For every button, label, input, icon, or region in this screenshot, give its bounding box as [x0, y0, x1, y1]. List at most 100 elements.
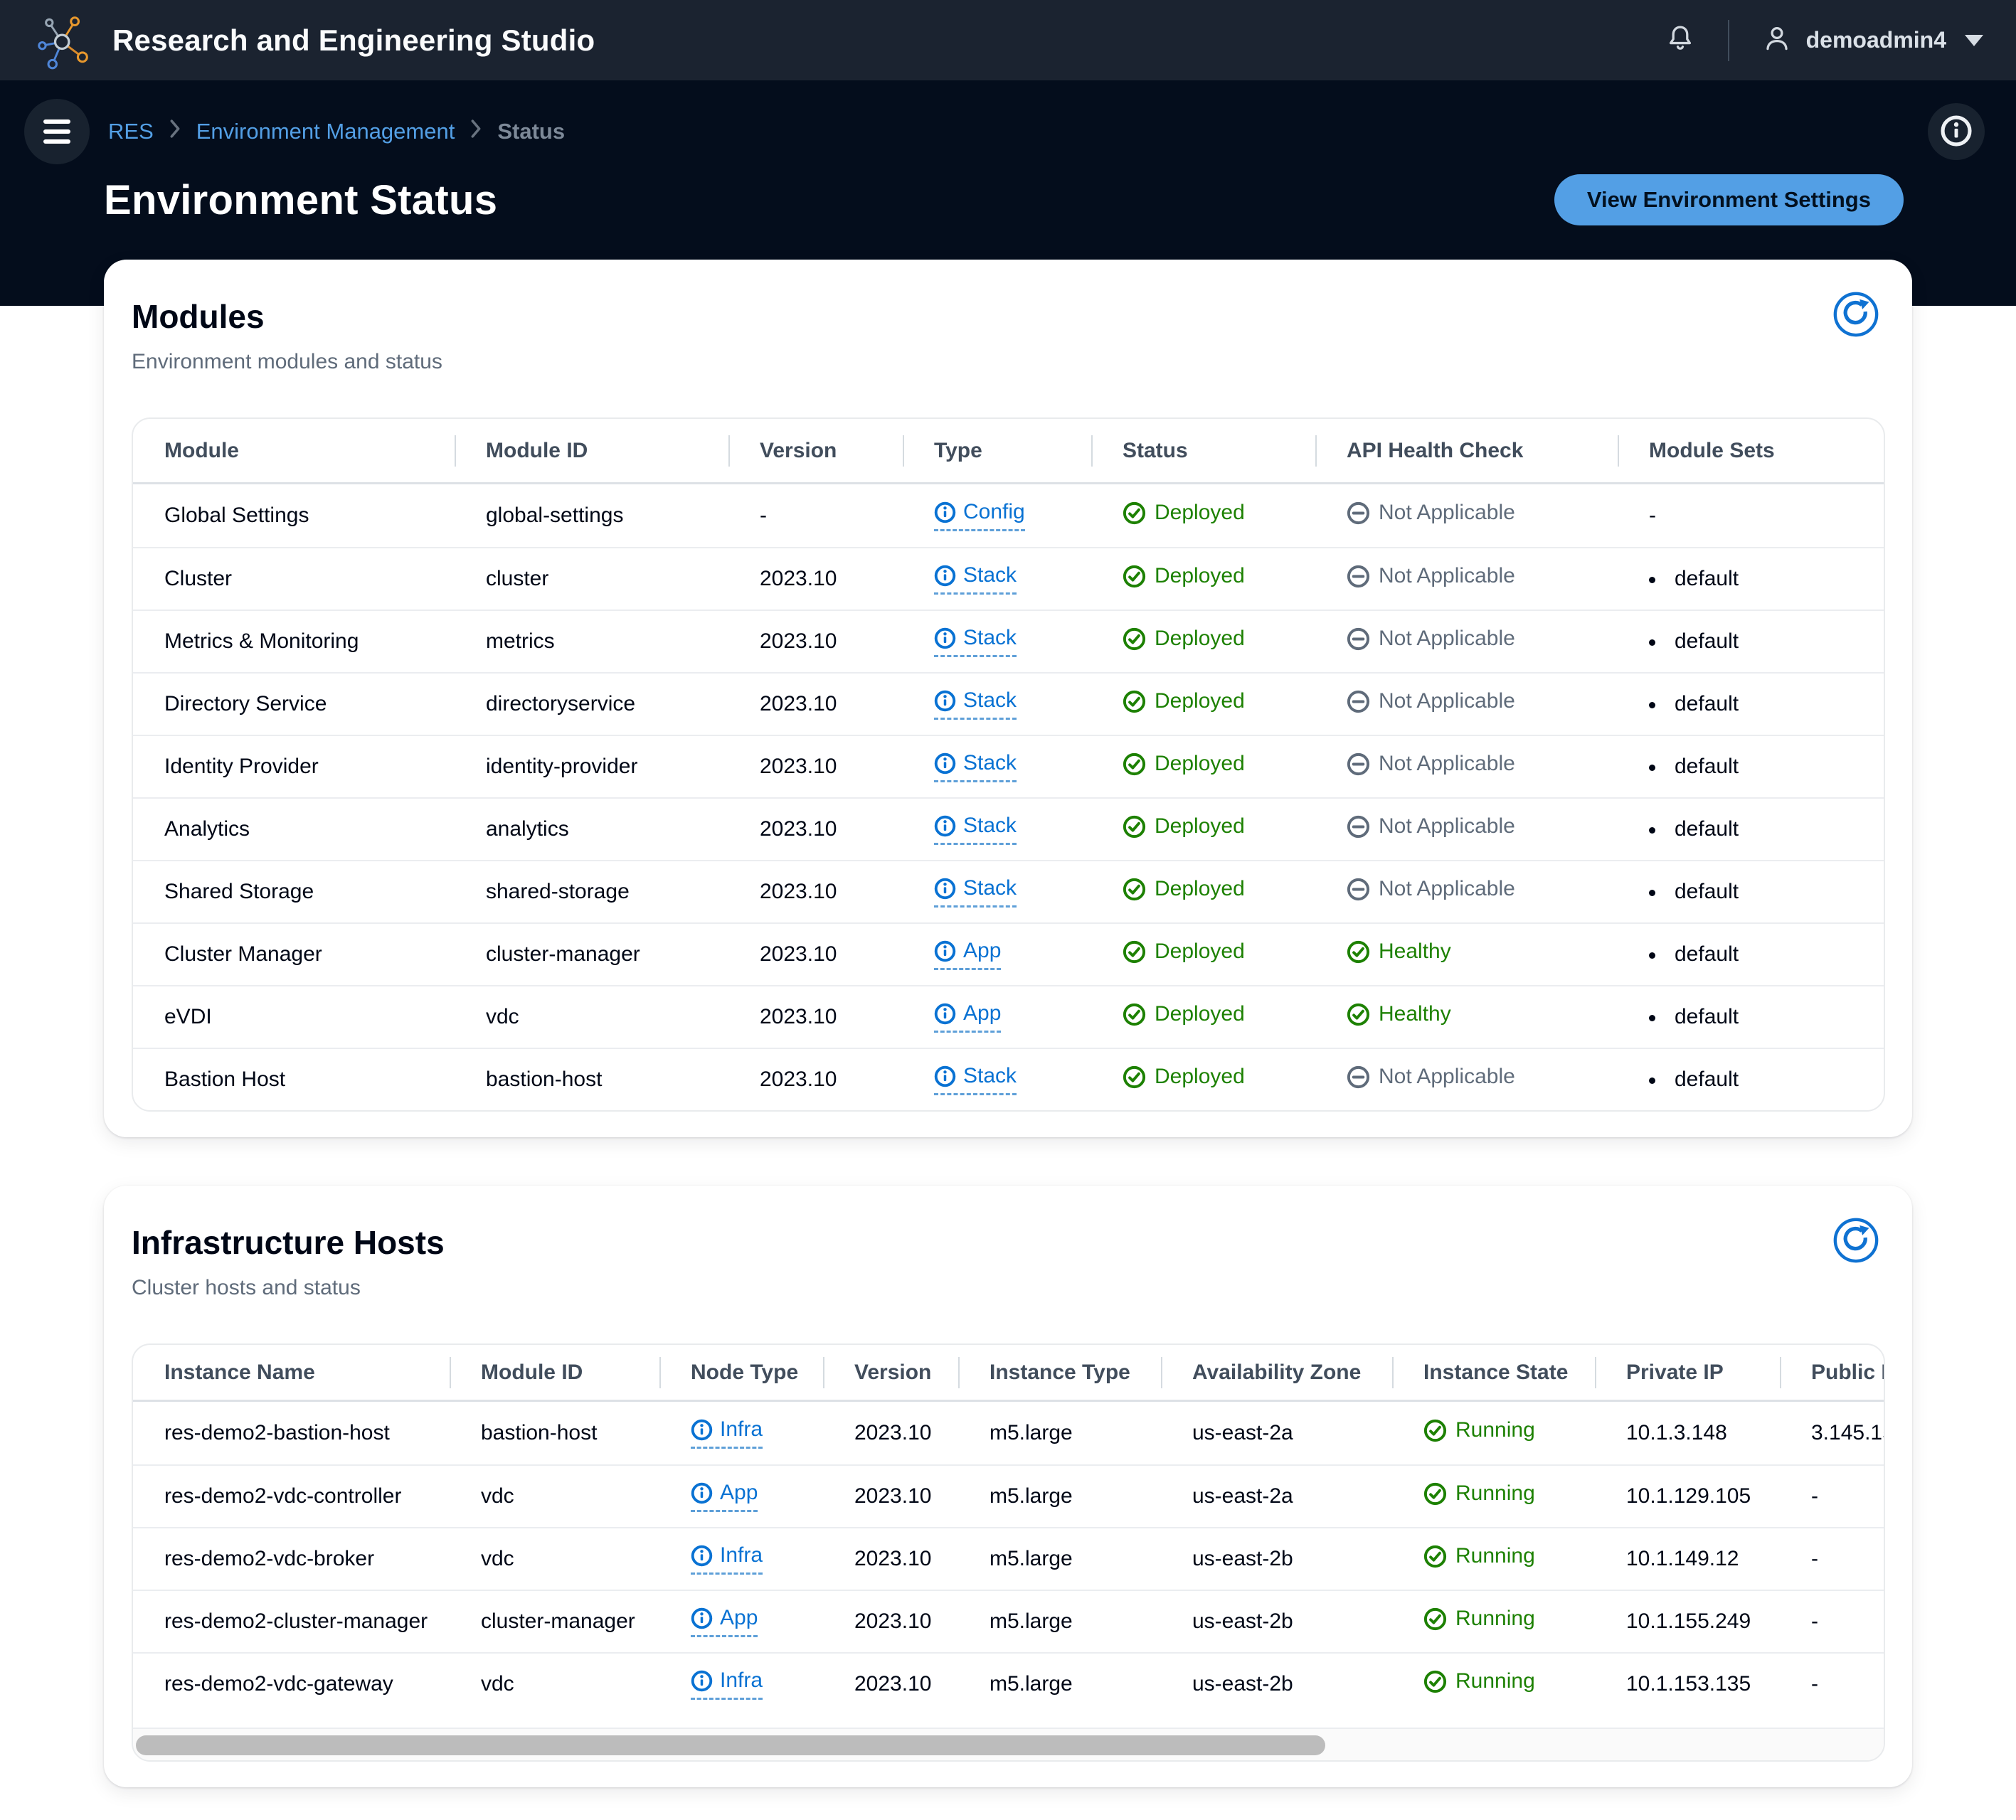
- user-icon: [1761, 22, 1793, 58]
- api-health-cell: Healthy: [1315, 1002, 1618, 1032]
- private-ip: 10.1.153.135: [1626, 1672, 1751, 1696]
- view-environment-settings-button[interactable]: View Environment Settings: [1554, 174, 1904, 225]
- status-positive-icon: [1123, 940, 1146, 963]
- host-row: res-demo2-cluster-manager cluster-manager…: [133, 1590, 1884, 1652]
- horizontal-scrollbar-thumb[interactable]: [136, 1735, 1325, 1755]
- modules-refresh-button[interactable]: [1832, 291, 1879, 338]
- node-type-link[interactable]: App: [691, 1606, 758, 1637]
- instance-type: m5.large: [990, 1672, 1073, 1696]
- module-sets-cell: default: [1618, 692, 1884, 716]
- breadcrumb-res[interactable]: RES: [108, 119, 154, 144]
- column-header-module-id: Module ID: [450, 1361, 659, 1385]
- page-info-button[interactable]: [1928, 103, 1985, 160]
- column-header-public-ip: Public IP: [1780, 1361, 1884, 1385]
- node-type-cell: Infra: [659, 1417, 823, 1449]
- status-positive-icon: [1123, 1003, 1146, 1026]
- status-positive-icon: [1423, 1545, 1447, 1568]
- notifications-button[interactable]: [1664, 23, 1697, 58]
- module-row: Bastion Host bastion-host 2023.10 Stack De…: [133, 1048, 1884, 1110]
- page-title: Environment Status: [104, 176, 498, 223]
- column-header-instance-state: Instance State: [1392, 1361, 1595, 1385]
- column-header-module-sets: Module Sets: [1618, 439, 1884, 463]
- module-version: 2023.10: [760, 942, 837, 966]
- module-id: directoryservice: [486, 692, 636, 715]
- module-status-cell: Deployed: [1091, 564, 1315, 594]
- api-health-badge: Not Applicable: [1347, 814, 1515, 839]
- api-health-cell: Not Applicable: [1315, 814, 1618, 844]
- module-type-link[interactable]: Config: [934, 500, 1025, 531]
- info-icon: [934, 690, 956, 711]
- status-positive-icon: [1347, 940, 1370, 963]
- host-version: 2023.10: [854, 1609, 932, 1633]
- side-nav-toggle-button[interactable]: [24, 99, 90, 164]
- caret-down-icon: [1965, 34, 1983, 46]
- node-type-cell: App: [659, 1606, 823, 1637]
- status-stopped-icon: [1347, 1065, 1370, 1088]
- top-app-bar: Research and Engineering Studio demoadmi…: [0, 0, 2016, 80]
- hosts-refresh-button[interactable]: [1832, 1217, 1879, 1264]
- module-type-link[interactable]: Stack: [934, 563, 1017, 595]
- chevron-right-icon: [169, 119, 181, 144]
- column-header-version: Version: [728, 439, 903, 463]
- module-sets-cell: -: [1649, 504, 1656, 527]
- hosts-table-body: res-demo2-bastion-host bastion-host Infra…: [133, 1402, 1884, 1715]
- module-type-cell: Stack: [903, 688, 1091, 720]
- instance-state-cell: Running: [1392, 1607, 1595, 1637]
- status-positive-icon: [1123, 627, 1146, 650]
- node-type-link[interactable]: App: [691, 1481, 758, 1512]
- node-type-link[interactable]: Infra: [691, 1417, 763, 1449]
- bell-icon: [1664, 23, 1697, 58]
- module-sets-cell: default: [1618, 817, 1884, 841]
- module-id: global-settings: [486, 504, 624, 527]
- node-type-link[interactable]: Infra: [691, 1543, 763, 1575]
- node-type-cell: Infra: [659, 1543, 823, 1575]
- api-health-badge: Healthy: [1347, 940, 1451, 964]
- module-type-link[interactable]: Stack: [934, 626, 1017, 657]
- module-row: Metrics & Monitoring metrics 2023.10 Stack…: [133, 610, 1884, 672]
- module-name: Global Settings: [164, 504, 309, 527]
- instance-state-badge: Running: [1423, 1481, 1535, 1506]
- breadcrumb-status: Status: [497, 119, 566, 144]
- module-version: 2023.10: [760, 1068, 837, 1091]
- instance-type: m5.large: [990, 1484, 1073, 1508]
- module-type-link[interactable]: Stack: [934, 688, 1017, 720]
- module-type-link[interactable]: App: [934, 1001, 1002, 1033]
- hosts-table-header: Instance Name Module ID Node Type Version In…: [133, 1345, 1884, 1402]
- info-icon: [934, 501, 956, 523]
- module-status-cell: Deployed: [1091, 1065, 1315, 1095]
- module-type-link[interactable]: Stack: [934, 1064, 1017, 1095]
- bullet-icon: [1649, 1077, 1655, 1084]
- module-type-link[interactable]: Stack: [934, 814, 1017, 845]
- instance-type: m5.large: [990, 1547, 1073, 1570]
- column-header-module-id: Module ID: [455, 439, 728, 463]
- api-health-badge: Not Applicable: [1347, 501, 1515, 525]
- availability-zone: us-east-2b: [1192, 1547, 1293, 1570]
- module-type-cell: Config: [903, 500, 1091, 531]
- info-icon: [934, 565, 956, 586]
- user-menu[interactable]: demoadmin4: [1761, 22, 1983, 58]
- status-positive-icon: [1123, 815, 1146, 838]
- instance-name: res-demo2-vdc-gateway: [164, 1672, 393, 1696]
- module-status-badge: Deployed: [1123, 877, 1245, 901]
- module-id: analytics: [486, 817, 569, 841]
- module-status-badge: Deployed: [1123, 1002, 1245, 1026]
- module-type-link[interactable]: App: [934, 939, 1002, 970]
- host-version: 2023.10: [854, 1421, 932, 1444]
- module-type-cell: Stack: [903, 563, 1091, 595]
- hosts-table: Instance Name Module ID Node Type Version In…: [132, 1343, 1885, 1762]
- info-icon: [691, 1607, 713, 1629]
- instance-type: m5.large: [990, 1421, 1073, 1444]
- module-status-badge: Deployed: [1123, 501, 1245, 525]
- info-icon: [934, 752, 956, 774]
- module-type-link[interactable]: Stack: [934, 751, 1017, 782]
- public-ip: -: [1811, 1672, 1818, 1696]
- username-label: demoadmin4: [1805, 27, 1946, 53]
- module-type-link[interactable]: Stack: [934, 876, 1017, 908]
- api-health-cell: Not Applicable: [1315, 877, 1618, 907]
- breadcrumb-environment-management[interactable]: Environment Management: [196, 119, 455, 144]
- module-sets-cell: default: [1618, 1005, 1884, 1029]
- public-ip: -: [1811, 1547, 1818, 1570]
- module-type-cell: Stack: [903, 751, 1091, 782]
- node-type-link[interactable]: Infra: [691, 1669, 763, 1700]
- module-name: Cluster: [164, 567, 233, 590]
